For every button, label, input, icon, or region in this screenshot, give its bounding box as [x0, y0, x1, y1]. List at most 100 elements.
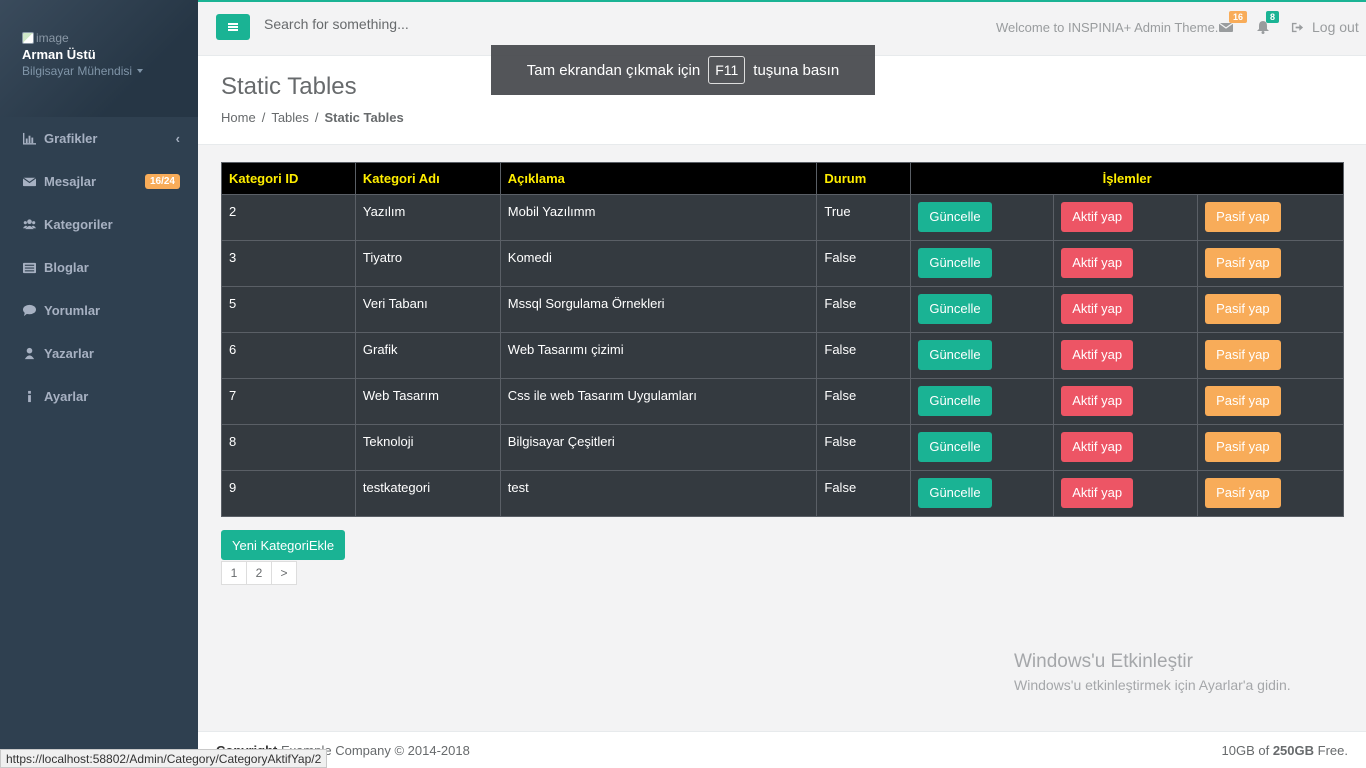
table-row: 2 Yazılım Mobil Yazılımm True Güncelle Aktif … [221, 194, 1344, 241]
update-button[interactable]: Güncelle [918, 478, 992, 508]
notification-count-badge: 8 [1266, 11, 1280, 23]
next-page-link[interactable]: > [271, 561, 297, 585]
users-icon [22, 218, 36, 232]
activate-button[interactable]: Aktif yap [1061, 386, 1134, 416]
profile-image-alt: image [36, 31, 69, 45]
activate-button[interactable]: Aktif yap [1061, 248, 1134, 278]
page-1-link[interactable]: 1 [221, 561, 247, 585]
cell-action: Pasif yap [1197, 286, 1344, 333]
menu-toggle-button[interactable] [216, 14, 250, 40]
cell-action: Güncelle [910, 286, 1055, 333]
update-button[interactable]: Güncelle [918, 340, 992, 370]
cell-description: Komedi [499, 240, 818, 287]
page-title: Static Tables [221, 73, 357, 100]
sidebar: image Arman Üstü Bilgisayar Mühendisi Gr… [0, 0, 198, 768]
sidebar-item-bloglar[interactable]: Bloglar [0, 246, 198, 289]
category-table: Kategori ID Kategori Adı Açıklama Durum … [221, 162, 1344, 517]
cell-action: Güncelle [910, 332, 1055, 379]
pagination: 1 2 > [221, 561, 297, 585]
cell-name: Tiyatro [354, 240, 501, 287]
message-count-badge: 16/24 [144, 174, 180, 189]
sidebar-item-kategoriler[interactable]: Kategoriler [0, 203, 198, 246]
activate-button[interactable]: Aktif yap [1061, 202, 1134, 232]
windows-activation-subtitle: Windows'u etkinleştirmek için Ayarlar'a … [1014, 677, 1291, 693]
caret-down-icon [137, 69, 144, 73]
header-aciklama: Açıklama [499, 162, 818, 195]
sidebar-item-label: Yazarlar [44, 346, 94, 361]
mail-button[interactable]: 16 [1218, 11, 1248, 37]
activate-button[interactable]: Aktif yap [1061, 432, 1134, 462]
cell-name: Teknoloji [354, 424, 501, 471]
hamburger-icon [228, 26, 238, 28]
sidebar-item-label: Yorumlar [44, 303, 101, 318]
profile-image[interactable]: image [22, 30, 176, 46]
activate-button[interactable]: Aktif yap [1061, 340, 1134, 370]
deactivate-button[interactable]: Pasif yap [1205, 432, 1281, 462]
cell-action: Aktif yap [1053, 240, 1199, 287]
cell-name: Veri Tabanı [354, 286, 501, 333]
cell-action: Aktif yap [1053, 332, 1199, 379]
cell-id: 3 [221, 240, 356, 287]
sidebar-item-mesajlar[interactable]: Mesajlar 16/24 [0, 160, 198, 203]
cell-id: 9 [221, 470, 356, 517]
deactivate-button[interactable]: Pasif yap [1205, 202, 1281, 232]
cell-description: test [499, 470, 818, 517]
profile-name: Arman Üstü [22, 47, 96, 62]
cell-name: testkategori [354, 470, 501, 517]
table-row: 3 Tiyatro Komedi False Güncelle Aktif yap Pasi… [221, 240, 1344, 287]
cell-description: Bilgisayar Çeşitleri [499, 424, 818, 471]
activate-button[interactable]: Aktif yap [1061, 294, 1134, 324]
cell-action: Güncelle [910, 470, 1055, 517]
breadcrumb-home[interactable]: Home [221, 110, 256, 125]
deactivate-button[interactable]: Pasif yap [1205, 248, 1281, 278]
user-icon [22, 347, 36, 361]
cell-id: 6 [221, 332, 356, 379]
cell-name: Web Tasarım [354, 378, 501, 425]
notice-text-after: tuşuna basın [753, 61, 840, 79]
cell-description: Web Tasarımı çizimi [499, 332, 818, 379]
sidebar-item-ayarlar[interactable]: Ayarlar [0, 375, 198, 418]
cell-action: Aktif yap [1053, 286, 1199, 333]
breadcrumb-tables[interactable]: Tables [271, 110, 309, 125]
storage-total: 250GB [1272, 743, 1315, 758]
deactivate-button[interactable]: Pasif yap [1205, 386, 1281, 416]
sidebar-item-grafikler[interactable]: Grafikler ‹ [0, 117, 198, 160]
table-row: 9 testkategori test False Güncelle Aktif yap P… [221, 470, 1344, 517]
sidebar-item-label: Ayarlar [44, 389, 89, 404]
logout-link[interactable]: Log out [1291, 19, 1359, 35]
cell-action: Güncelle [910, 378, 1055, 425]
activate-button[interactable]: Aktif yap [1061, 478, 1134, 508]
add-category-button[interactable]: Yeni KategoriEkle [221, 530, 346, 560]
update-button[interactable]: Güncelle [918, 432, 992, 462]
page-2-link[interactable]: 2 [246, 561, 272, 585]
search-input[interactable] [264, 16, 564, 32]
deactivate-button[interactable]: Pasif yap [1205, 340, 1281, 370]
notifications-button[interactable]: 8 [1256, 11, 1280, 37]
deactivate-button[interactable]: Pasif yap [1205, 478, 1281, 508]
cell-status: False [816, 240, 912, 287]
cell-status: False [816, 332, 912, 379]
cell-status: True [816, 194, 912, 241]
sidebar-item-yazarlar[interactable]: Yazarlar [0, 332, 198, 375]
cell-id: 2 [221, 194, 356, 241]
cell-description: Mssql Sorgulama Örnekleri [499, 286, 818, 333]
logout-label: Log out [1312, 19, 1359, 35]
envelope-icon [22, 175, 36, 189]
cell-action: Güncelle [910, 194, 1055, 241]
profile-role-dropdown[interactable]: Bilgisayar Mühendisi [22, 64, 176, 78]
deactivate-button[interactable]: Pasif yap [1205, 294, 1281, 324]
update-button[interactable]: Güncelle [918, 248, 992, 278]
footer-storage: 10GB of 250GB Free. [1222, 743, 1349, 758]
update-button[interactable]: Güncelle [918, 386, 992, 416]
sidebar-item-yorumlar[interactable]: Yorumlar [0, 289, 198, 332]
table-body: 2 Yazılım Mobil Yazılımm True Güncelle Aktif … [221, 194, 1344, 517]
storage-used: 10GB of [1221, 743, 1270, 758]
table-row: 7 Web Tasarım Css ile web Tasarım Uygulaml… [221, 378, 1344, 425]
update-button[interactable]: Güncelle [918, 294, 992, 324]
cell-status: False [816, 424, 912, 471]
sidebar-item-label: Kategoriler [44, 217, 113, 232]
cell-action: Güncelle [910, 424, 1055, 471]
cell-action: Pasif yap [1197, 470, 1344, 517]
update-button[interactable]: Güncelle [918, 202, 992, 232]
breadcrumb-current: Static Tables [324, 110, 404, 125]
